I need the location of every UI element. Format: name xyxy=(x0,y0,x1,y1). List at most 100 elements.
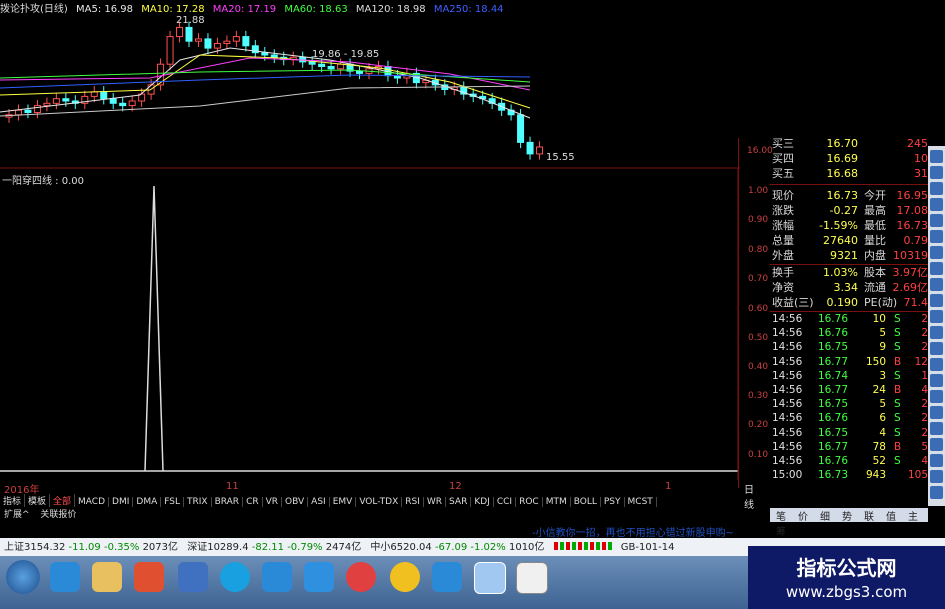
tab-emv[interactable]: EMV xyxy=(330,497,357,507)
quote-tab[interactable]: 值 xyxy=(880,508,902,523)
network-icon[interactable] xyxy=(304,562,334,592)
stat-row: 总量 27640 量比 0.79 xyxy=(770,233,928,248)
tool-icon[interactable] xyxy=(930,358,943,371)
ad-banner[interactable]: -小信教你一招，再也不用担心错过新股申购~ xyxy=(532,524,734,539)
tool-icon[interactable] xyxy=(930,486,943,499)
tab-asi[interactable]: ASI xyxy=(308,497,330,507)
tick-time: 14:56 xyxy=(772,440,803,453)
tool-icon[interactable] xyxy=(930,454,943,467)
price-chart[interactable]: 21.88 19.86 - 19.85 15.55 xyxy=(0,0,740,170)
tool-icon[interactable] xyxy=(930,390,943,403)
tool-icon[interactable] xyxy=(930,470,943,483)
stat-row: 现价 16.73 今开 16.95 xyxy=(770,188,928,203)
tool-icon[interactable] xyxy=(930,294,943,307)
tab-全部[interactable]: 全部 xyxy=(50,494,76,507)
tool-icon[interactable] xyxy=(930,150,943,163)
watermark-url: www.zbgs3.com xyxy=(785,583,908,601)
tick-price: 16.73 xyxy=(817,469,848,482)
ie-icon-3[interactable] xyxy=(432,562,462,592)
quote-tab[interactable]: 价 xyxy=(792,508,814,523)
quote-tab[interactable]: 笔 xyxy=(770,508,792,523)
quote-tab[interactable]: 筹 xyxy=(770,523,792,538)
tool-icon[interactable] xyxy=(930,310,943,323)
tab-obv[interactable]: OBV xyxy=(282,497,309,507)
stat-value: -1.59% xyxy=(819,219,858,232)
stat-row: 涨幅 -1.59% 最低 16.73 xyxy=(770,218,928,233)
tool-icon[interactable] xyxy=(930,326,943,339)
tab-roc[interactable]: ROC xyxy=(516,497,543,507)
period-label[interactable]: 日线 xyxy=(744,481,754,511)
tick-row: 14:56 16.77 78 B 5 xyxy=(770,440,928,454)
tab-cr[interactable]: CR xyxy=(243,497,263,507)
tab-fsl[interactable]: FSL xyxy=(161,497,184,507)
tool-icon[interactable] xyxy=(930,246,943,259)
tab-sar[interactable]: SAR xyxy=(446,497,472,507)
info-row: 换手 1.03% 股本 3.97亿 xyxy=(770,265,928,280)
tab-brar[interactable]: BRAR xyxy=(212,497,244,507)
quote-tab[interactable]: 细 xyxy=(814,508,836,523)
tab-cci[interactable]: CCI xyxy=(494,497,517,507)
tool-icon[interactable] xyxy=(930,278,943,291)
tool-icon[interactable] xyxy=(930,342,943,355)
skype-icon[interactable] xyxy=(220,562,250,592)
indicator-axis-tick: 0.40 xyxy=(748,362,769,372)
tick-volume: 5 xyxy=(879,398,886,411)
tab-vr[interactable]: VR xyxy=(263,497,283,507)
tool-icon[interactable] xyxy=(930,214,943,227)
sh-index[interactable]: 上证3154.32 xyxy=(4,542,65,553)
zx-index[interactable]: 中小6520.04 xyxy=(370,542,431,553)
tab-dma[interactable]: DMA xyxy=(133,497,162,507)
music-icon[interactable] xyxy=(390,562,420,592)
tab-mtm[interactable]: MTM xyxy=(543,497,571,507)
quote-tab[interactable]: 势 xyxy=(836,508,858,523)
tab-wr[interactable]: WR xyxy=(424,497,447,507)
tool-icon[interactable] xyxy=(930,406,943,419)
candle-body xyxy=(308,61,316,65)
tab-指标[interactable]: 指标 xyxy=(0,494,26,507)
tab-dmi[interactable]: DMI xyxy=(109,497,134,507)
tab-模板[interactable]: 模板 xyxy=(25,494,51,507)
tick-count: 2 xyxy=(921,412,928,425)
tool-icon[interactable] xyxy=(930,422,943,435)
folder-icon[interactable] xyxy=(92,562,122,592)
bid-volume: 31 xyxy=(914,167,928,180)
tab-vol-tdx[interactable]: VOL-TDX xyxy=(356,497,403,507)
ie-icon[interactable] xyxy=(50,562,80,592)
trading-app-icon[interactable] xyxy=(516,562,548,594)
tick-side: S xyxy=(894,455,901,467)
sz-index[interactable]: 深证10289.4 xyxy=(187,542,248,553)
tab-kdj[interactable]: KDJ xyxy=(471,497,494,507)
quote-tab[interactable]: 主 xyxy=(902,508,924,523)
indicator-axis-tick: 0.70 xyxy=(748,274,769,284)
tab-psy[interactable]: PSY xyxy=(601,497,625,507)
tick-side: S xyxy=(894,327,901,340)
tab-macd[interactable]: MACD xyxy=(75,497,110,507)
tab-related-quotes[interactable]: 关联报价 xyxy=(36,510,80,520)
player-icon[interactable] xyxy=(346,562,376,592)
app-icon[interactable] xyxy=(178,562,208,592)
candle-body xyxy=(261,52,269,56)
tab-expand[interactable]: 扩展^ xyxy=(0,510,34,520)
tool-icon[interactable] xyxy=(930,198,943,211)
tool-icon[interactable] xyxy=(930,438,943,451)
media-icon[interactable] xyxy=(134,562,164,592)
tab-boll[interactable]: BOLL xyxy=(571,497,601,507)
tool-icon[interactable] xyxy=(930,166,943,179)
tool-icon[interactable] xyxy=(930,374,943,387)
indicator-panel[interactable] xyxy=(0,168,740,480)
tick-side: B xyxy=(894,440,902,453)
tool-icon[interactable] xyxy=(930,230,943,243)
tab-trix[interactable]: TRIX xyxy=(184,497,212,507)
zx-change: -67.09 xyxy=(434,542,468,553)
tab-rsi[interactable]: RSI xyxy=(402,497,424,507)
quote-tab[interactable]: 联 xyxy=(858,508,880,523)
ie-icon-2[interactable] xyxy=(262,562,292,592)
tool-icon[interactable] xyxy=(930,262,943,275)
tick-price: 16.75 xyxy=(817,341,848,354)
tab-mcst[interactable]: MCST xyxy=(625,497,657,507)
start-button[interactable] xyxy=(6,560,40,594)
extension-tabs: 扩展^ 关联报价 xyxy=(0,507,80,520)
signal-spike xyxy=(144,185,164,472)
search-app-icon[interactable] xyxy=(474,562,506,594)
tool-icon[interactable] xyxy=(930,182,943,195)
